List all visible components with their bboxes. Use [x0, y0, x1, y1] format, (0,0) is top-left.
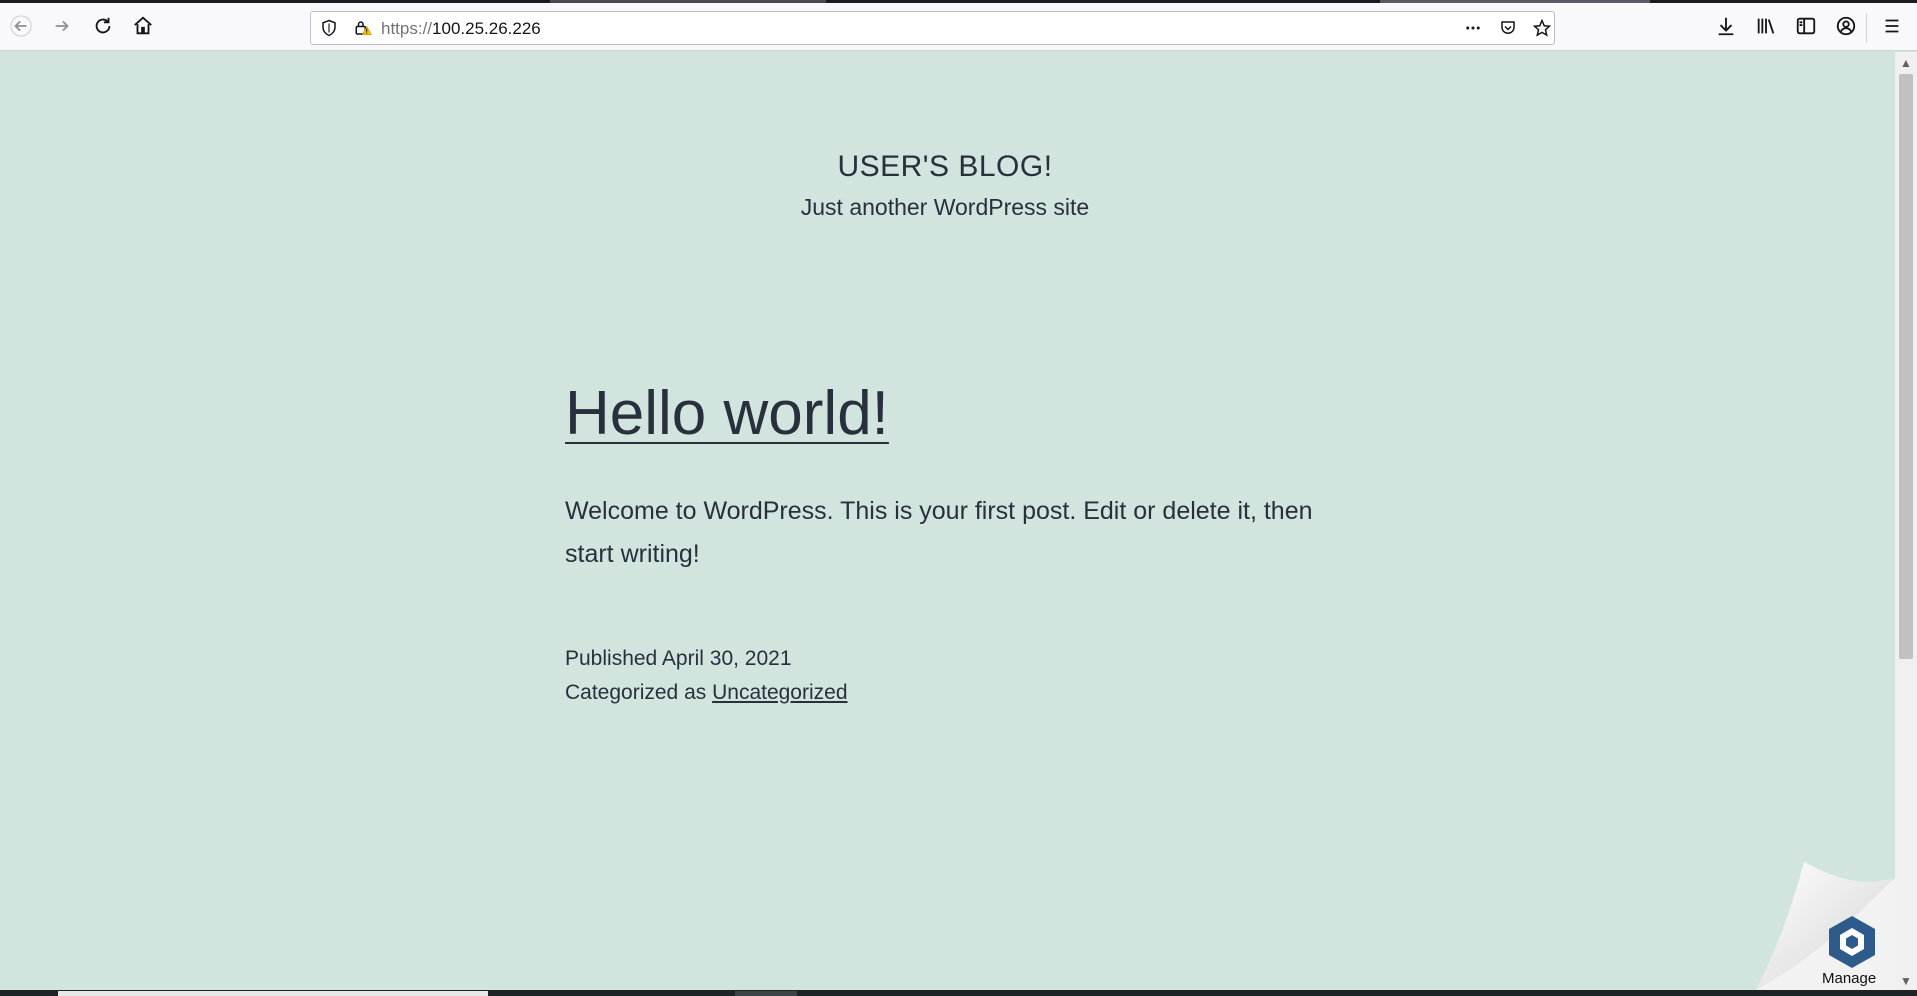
account-button[interactable]	[1829, 9, 1863, 43]
category-link[interactable]: Uncategorized	[712, 681, 847, 704]
published-label: Published	[565, 647, 658, 670]
taskbar-edge	[0, 990, 1917, 996]
downloads-button[interactable]	[1709, 9, 1743, 43]
categorized-label: Categorized as	[565, 681, 707, 704]
manage-widget[interactable]: Manage	[1756, 862, 1895, 990]
pocket-icon[interactable]	[1498, 18, 1518, 38]
arrow-left-icon	[10, 15, 32, 37]
navigation-toolbar: https://100.25.26.226	[0, 3, 1917, 51]
site-title[interactable]: USER'S BLOG!	[0, 150, 1890, 184]
published-line: Published April 30, 2021	[565, 642, 848, 676]
scroll-up-arrow[interactable]: ▲	[1895, 54, 1917, 72]
insecure-lock-icon[interactable]	[353, 18, 373, 38]
scroll-thumb[interactable]	[1899, 74, 1913, 659]
download-icon	[1718, 17, 1734, 36]
post-body: Welcome to WordPress. This is your first…	[565, 497, 1313, 568]
vertical-scrollbar[interactable]: ▲ ▼	[1895, 52, 1917, 990]
reload-button[interactable]	[86, 9, 120, 43]
toolbar-divider	[1866, 13, 1867, 43]
more-horizontal-icon[interactable]	[1463, 18, 1483, 38]
arrow-right-icon	[55, 20, 69, 32]
url-text[interactable]: https://100.25.26.226	[381, 19, 541, 39]
reload-icon	[95, 17, 111, 34]
home-button[interactable]	[126, 9, 160, 43]
home-icon	[134, 16, 152, 35]
library-icon	[1757, 18, 1775, 34]
site-description: Just another WordPress site	[800, 194, 1090, 220]
back-button[interactable]	[4, 9, 38, 43]
menu-button[interactable]	[1875, 9, 1909, 43]
scroll-down-arrow[interactable]: ▼	[1895, 972, 1917, 990]
category-line: Categorized as Uncategorized	[565, 676, 848, 710]
sidebar-button[interactable]	[1789, 9, 1823, 43]
bitnami-logo-icon	[1829, 916, 1875, 968]
hamburger-menu-icon	[1885, 19, 1899, 33]
account-icon	[1836, 16, 1856, 36]
sidebar-icon	[1796, 17, 1816, 35]
taskbar-item[interactable]	[735, 991, 797, 996]
post-title-link[interactable]: Hello world!	[565, 378, 889, 449]
post-meta: Published April 30, 2021 Categorized as …	[565, 642, 848, 710]
published-date: April 30, 2021	[661, 647, 792, 670]
star-icon[interactable]	[1532, 18, 1552, 38]
forward-button[interactable]	[45, 9, 79, 43]
manage-label[interactable]: Manage	[1822, 970, 1876, 987]
taskbar-item[interactable]	[58, 991, 488, 996]
shield-icon[interactable]	[319, 18, 339, 38]
url-bar[interactable]: https://100.25.26.226	[310, 11, 1555, 45]
library-button[interactable]	[1749, 9, 1783, 43]
